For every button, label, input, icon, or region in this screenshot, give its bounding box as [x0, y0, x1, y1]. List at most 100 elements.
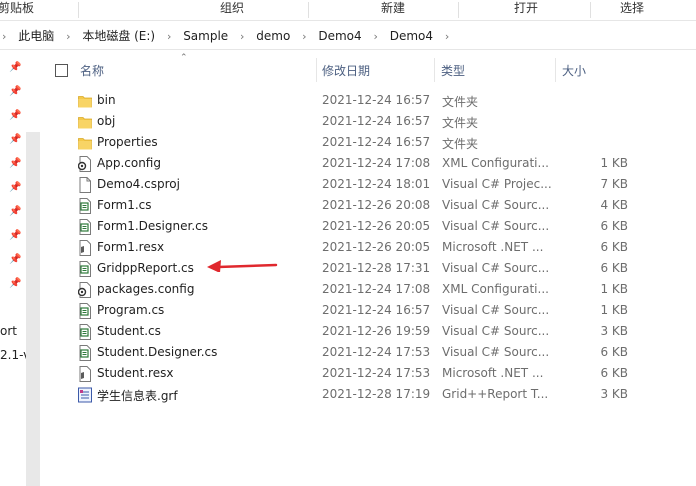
file-row[interactable]: Form1.resx 2021-12-26 20:05 Microsoft .NET… — [40, 237, 696, 258]
file-name: Student.Designer.cs — [97, 345, 218, 359]
breadcrumb-sample[interactable]: Sample — [181, 24, 230, 49]
chevron-right-icon[interactable]: › — [296, 24, 312, 49]
source-file-icon — [78, 324, 92, 340]
ribbon-divider — [458, 2, 459, 18]
pin-icon[interactable]: 📌 — [9, 254, 21, 266]
source-file-icon — [78, 261, 92, 277]
ribbon-group-select[interactable]: 选择 — [620, 0, 644, 20]
pin-icon[interactable]: 📌 — [9, 206, 21, 218]
breadcrumb-demo4-current[interactable]: Demo4 — [388, 24, 435, 49]
address-bar[interactable]: › 此电脑 › 本地磁盘 (E:) › Sample › demo › Demo… — [0, 24, 696, 50]
file-size: 1 KB — [600, 303, 628, 317]
file-name: Form1.Designer.cs — [97, 219, 208, 233]
file-row[interactable]: Demo4.csproj 2021-12-24 18:01 Visual C# Pr… — [40, 174, 696, 195]
source-file-icon — [78, 198, 92, 214]
blank-file-icon — [78, 177, 92, 193]
annotation-arrow-icon — [207, 260, 278, 272]
nav-item-fragment[interactable]: ort — [0, 324, 17, 338]
file-modified: 2021-12-24 17:53 — [322, 345, 431, 359]
file-row[interactable]: Form1.Designer.cs 2021-12-26 20:05 Visual … — [40, 216, 696, 237]
file-row[interactable]: Student.cs 2021-12-26 19:59 Visual C# Sour… — [40, 321, 696, 342]
folder-icon — [78, 114, 92, 130]
file-type: Visual C# Sourc... — [442, 303, 550, 317]
column-divider[interactable] — [434, 58, 435, 82]
file-modified: 2021-12-24 17:53 — [322, 366, 431, 380]
breadcrumb-this-pc[interactable]: 此电脑 — [16, 24, 56, 49]
file-modified: 2021-12-26 20:05 — [322, 219, 431, 233]
file-row[interactable]: GridppReport.cs 2021-12-28 17:31 Visual C#… — [40, 258, 696, 279]
file-type: 文件夹 — [442, 116, 479, 130]
pin-icon[interactable]: 📌 — [9, 110, 21, 122]
file-row[interactable]: Student.resx 2021-12-24 17:53 Microsoft .N… — [40, 363, 696, 384]
nav-scrollbar[interactable] — [26, 132, 40, 486]
file-row[interactable]: Program.cs 2021-12-24 16:57 Visual C# Sour… — [40, 300, 696, 321]
ribbon-group-new[interactable]: 新建 — [381, 0, 405, 20]
file-row[interactable]: packages.config 2021-12-24 17:08 XML Confi… — [40, 279, 696, 300]
file-row[interactable]: Properties 2021-12-24 16:57 文件夹 — [40, 132, 696, 153]
file-type: Microsoft .NET ... — [442, 240, 544, 254]
file-size: 3 KB — [600, 324, 628, 338]
column-name[interactable]: 名称 — [80, 62, 104, 79]
file-modified: 2021-12-24 16:57 — [322, 135, 431, 149]
chevron-right-icon[interactable]: › — [161, 24, 177, 49]
file-type: Visual C# Sourc... — [442, 345, 550, 359]
sort-ascending-icon: ⌃ — [180, 53, 188, 63]
file-row[interactable]: bin 2021-12-24 16:57 文件夹 — [40, 90, 696, 111]
file-size: 1 KB — [600, 156, 628, 170]
file-row[interactable]: 学生信息表.grf 2021-12-28 17:19 Grid++Report T.… — [40, 384, 696, 405]
ribbon-group-clipboard[interactable]: 剪贴板 — [0, 0, 34, 20]
file-row[interactable]: App.config 2021-12-24 17:08 XML Configurat… — [40, 153, 696, 174]
ribbon-divider — [308, 2, 309, 18]
ribbon-group-organize[interactable]: 组织 — [220, 0, 244, 20]
chevron-right-icon[interactable]: › — [367, 24, 383, 49]
ribbon-divider — [590, 2, 591, 18]
chevron-right-icon[interactable]: › — [60, 24, 76, 49]
resx-file-icon — [78, 366, 92, 382]
file-modified: 2021-12-24 16:57 — [322, 114, 431, 128]
column-modified[interactable]: 修改日期 — [322, 62, 370, 79]
breadcrumb-demo[interactable]: demo — [254, 24, 292, 49]
ribbon-group-open[interactable]: 打开 — [514, 0, 538, 20]
chevron-right-icon[interactable]: › — [234, 24, 250, 49]
pin-icon[interactable]: 📌 — [9, 86, 21, 98]
column-divider[interactable] — [316, 58, 317, 82]
file-name: Student.cs — [97, 324, 161, 338]
file-size: 6 KB — [600, 366, 628, 380]
file-modified: 2021-12-26 20:05 — [322, 240, 431, 254]
chevron-right-icon[interactable]: › — [0, 24, 12, 49]
column-divider[interactable] — [555, 58, 556, 82]
file-size: 6 KB — [600, 240, 628, 254]
resx-file-icon — [78, 240, 92, 256]
file-name: Program.cs — [97, 303, 165, 317]
breadcrumb-local-disk[interactable]: 本地磁盘 (E:) — [80, 24, 157, 49]
file-size: 1 KB — [600, 282, 628, 296]
column-type[interactable]: 类型 — [441, 62, 465, 79]
pin-icon[interactable]: 📌 — [9, 134, 21, 146]
pin-icon[interactable]: 📌 — [9, 230, 21, 242]
pin-icon[interactable]: 📌 — [9, 278, 21, 290]
select-all-checkbox[interactable] — [55, 64, 68, 77]
navigation-pane: 📌 📌 📌 📌 📌 📌 📌 📌 📌 📌 ort 2.1-v — [0, 50, 40, 486]
pin-icon[interactable]: 📌 — [9, 182, 21, 194]
pin-icon[interactable]: 📌 — [9, 158, 21, 170]
file-type: XML Configurati... — [442, 282, 549, 296]
file-modified: 2021-12-28 17:19 — [322, 387, 431, 401]
chevron-right-icon[interactable]: › — [439, 24, 455, 49]
file-name: Form1.resx — [97, 240, 165, 254]
breadcrumb-demo4-parent[interactable]: Demo4 — [316, 24, 363, 49]
source-file-icon — [78, 303, 92, 319]
file-row[interactable]: Student.Designer.cs 2021-12-24 17:53 Visua… — [40, 342, 696, 363]
file-name: Form1.cs — [97, 198, 152, 212]
column-size[interactable]: 大小 — [562, 62, 586, 79]
folder-icon — [78, 135, 92, 151]
file-modified: 2021-12-24 17:08 — [322, 156, 431, 170]
file-name: 学生信息表.grf — [97, 389, 178, 403]
file-type: Visual C# Sourc... — [442, 261, 550, 275]
file-type: Visual C# Sourc... — [442, 198, 550, 212]
file-row[interactable]: Form1.cs 2021-12-26 20:08 Visual C# Sourc.… — [40, 195, 696, 216]
file-row[interactable]: obj 2021-12-24 16:57 文件夹 — [40, 111, 696, 132]
file-size: 3 KB — [600, 387, 628, 401]
file-modified: 2021-12-26 19:59 — [322, 324, 431, 338]
file-modified: 2021-12-24 16:57 — [322, 93, 431, 107]
pin-icon[interactable]: 📌 — [9, 62, 21, 74]
